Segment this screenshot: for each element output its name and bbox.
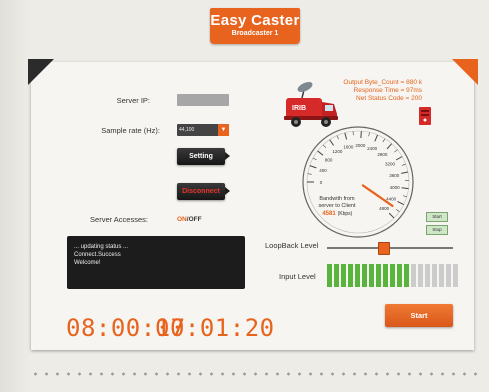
console-line: ... updating status ...: [74, 244, 129, 250]
level-segment: [362, 264, 367, 287]
gauge-unit: (Kbps): [338, 211, 353, 217]
level-segment: [383, 264, 388, 287]
session-timer: 00:01:20: [155, 314, 275, 342]
setting-button[interactable]: Setting: [177, 148, 230, 165]
sample-rate-label: Sample rate (Hz):: [101, 126, 160, 135]
level-segment: [376, 264, 381, 287]
bandwidth-gauge: 040080012001600 2000240028003200360040004…: [302, 126, 414, 238]
app-title-banner: Easy Caster Broadcaster 1: [210, 8, 300, 44]
level-segment: [334, 264, 339, 287]
gauge-tick-label: 1600: [343, 144, 354, 149]
gauge-tick-label: 4400: [386, 196, 397, 201]
corner-decoration-left: [28, 59, 54, 85]
app-title: Easy Caster: [210, 12, 300, 29]
console-line: Welcome!: [74, 260, 101, 266]
level-segment: [453, 264, 458, 287]
server-access-toggle[interactable]: ON/OFF: [177, 216, 202, 223]
loopback-level-label: LoopBack Level: [265, 241, 319, 250]
level-segment: [397, 264, 402, 287]
gauge-value: 4581: [322, 211, 336, 217]
level-segment: [404, 264, 409, 287]
server-ip-label: Server IP:: [116, 96, 150, 105]
van-label: IRIB: [292, 105, 306, 112]
toggle-on-label: ON: [177, 216, 187, 223]
sample-rate-value: 44,100: [179, 127, 195, 133]
gauge-tick-label: 2800: [377, 152, 388, 157]
console-line: Connect.Success: [74, 252, 121, 258]
gauge-tick-label: 4800: [379, 206, 390, 211]
app-background: Easy Caster Broadcaster 1 Server IP: Sam…: [0, 0, 489, 392]
level-segment: [432, 264, 437, 287]
input-level-meter: [327, 264, 458, 287]
disconnect-button[interactable]: Disconnect: [177, 183, 230, 200]
level-segment: [355, 264, 360, 287]
gauge-tick-label: 1200: [332, 149, 343, 154]
server-ip-input[interactable]: [177, 94, 229, 106]
app-subtitle: Broadcaster 1: [231, 30, 279, 37]
server-icon: [419, 107, 431, 125]
net-status-stat: Net Status Code = 200: [356, 95, 422, 102]
gauge-stop-button[interactable]: Stop: [426, 225, 448, 235]
dotted-divider: [30, 372, 480, 376]
response-time-stat: Response Time = 97ms: [353, 87, 422, 94]
gauge-tick-label: 800: [325, 157, 333, 162]
gauge-tick-label: 3600: [389, 173, 400, 178]
level-segment: [446, 264, 451, 287]
network-stats: Output Byte_Count = 880 k Response Time …: [318, 79, 422, 103]
gauge-tick-label: 2000: [355, 143, 366, 148]
start-button[interactable]: Start: [385, 304, 453, 327]
gauge-tick-label: 400: [319, 168, 327, 173]
server-accesses-label: Server Accesses:: [90, 215, 148, 224]
gauge-caption-line1: Bandwith from: [319, 196, 355, 202]
gauge-tick-label: 4000: [390, 185, 401, 190]
chevron-down-icon[interactable]: ▼: [218, 124, 229, 136]
gauge-start-button[interactable]: Start: [426, 212, 448, 222]
level-segment: [327, 264, 332, 287]
output-bytes-stat: Output Byte_Count = 880 k: [343, 79, 422, 86]
corner-decoration-right: [452, 59, 478, 85]
level-segment: [418, 264, 423, 287]
level-segment: [439, 264, 444, 287]
level-segment: [411, 264, 416, 287]
level-segment: [348, 264, 353, 287]
gauge-tick-label: 3200: [385, 162, 396, 167]
slider-handle[interactable]: [378, 242, 391, 255]
status-console: ... updating status ... Connect.Success …: [67, 236, 245, 289]
gauge-tick-label: 2400: [367, 146, 378, 151]
level-segment: [369, 264, 374, 287]
level-segment: [341, 264, 346, 287]
loopback-level-slider[interactable]: [327, 242, 453, 255]
gauge-caption-line2: server to Client: [319, 203, 356, 209]
input-level-label: Input Level: [279, 272, 316, 281]
toggle-off-label: OFF: [188, 216, 202, 223]
level-segment: [390, 264, 395, 287]
level-segment: [425, 264, 430, 287]
sample-rate-select[interactable]: 44,100 ▼: [177, 124, 229, 136]
